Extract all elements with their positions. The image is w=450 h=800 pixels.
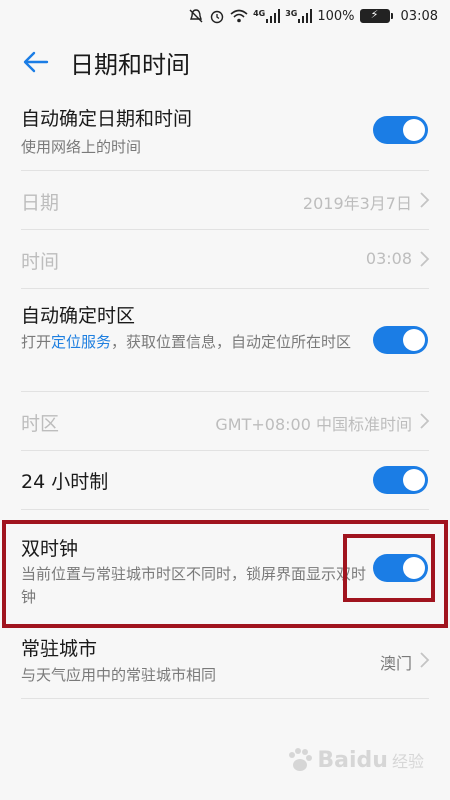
battery-charging-icon: ⚡ xyxy=(359,8,393,23)
auto-timezone-toggle[interactable] xyxy=(373,326,428,354)
status-time: 03:08 xyxy=(400,8,438,24)
hour24-label: 24 小时制 xyxy=(21,471,109,493)
setting-date[interactable]: 日期 2019年3月7日 xyxy=(0,171,450,229)
home-city-value: 澳门 xyxy=(379,654,412,673)
alarm-icon xyxy=(209,8,225,24)
subtitle-suffix: ，获取位置信息，自动定位所在时区 xyxy=(111,333,352,351)
watermark-brand: Baidu xyxy=(317,747,388,773)
chevron-right-icon xyxy=(420,251,430,267)
setting-auto-datetime[interactable]: 自动确定日期和时间 使用网络上的时间 xyxy=(0,98,450,170)
time-label: 时间 xyxy=(21,251,60,273)
setting-24-hour[interactable]: 24 小时制 xyxy=(0,451,450,509)
timezone-value: GMT+08:00 中国标准时间 xyxy=(215,415,412,434)
battery-percent: 100% xyxy=(317,8,355,24)
hour24-toggle[interactable] xyxy=(373,466,428,494)
chevron-right-icon xyxy=(420,192,430,208)
time-value: 03:08 xyxy=(365,249,412,268)
status-bar: 4G 3G 100% ⚡ 03:08 xyxy=(0,0,450,32)
toggle-knob xyxy=(403,469,425,491)
signal-icon: 3G xyxy=(285,9,313,23)
auto-datetime-toggle[interactable] xyxy=(373,116,428,144)
chevron-right-icon xyxy=(420,652,430,668)
timezone-label: 时区 xyxy=(21,413,60,435)
chevron-right-icon xyxy=(420,413,430,429)
watermark-sub: 经验 xyxy=(391,752,424,771)
date-value: 2019年3月7日 xyxy=(302,194,412,213)
annotation-highlight-toggle xyxy=(343,534,435,602)
network-badge-3g: 3G xyxy=(285,9,298,18)
divider xyxy=(21,698,429,699)
network-badge-4g: 4G xyxy=(253,9,266,18)
auto-timezone-label: 自动确定时区 xyxy=(21,305,136,327)
setting-auto-timezone[interactable]: 自动确定时区 打开定位服务，获取位置信息，自动定位所在时区 xyxy=(0,289,450,391)
location-service-link[interactable]: 定位服务 xyxy=(51,333,111,351)
page-title: 日期和时间 xyxy=(70,50,190,79)
toggle-knob xyxy=(403,329,425,351)
setting-home-city[interactable]: 常驻城市 与天气应用中的常驻城市相同 澳门 xyxy=(0,628,450,698)
signal-icon: 4G xyxy=(253,9,281,23)
paw-logo-icon xyxy=(289,748,313,771)
app-header: 日期和时间 xyxy=(0,32,450,92)
baidu-watermark: Baidu 经验 xyxy=(285,746,424,774)
setting-time[interactable]: 时间 03:08 xyxy=(0,230,450,288)
setting-timezone[interactable]: 时区 GMT+08:00 中国标准时间 xyxy=(0,392,450,450)
auto-timezone-subtitle: 打开定位服务，获取位置信息，自动定位所在时区 xyxy=(21,331,371,354)
home-city-label: 常驻城市 xyxy=(21,638,98,660)
back-arrow-icon xyxy=(23,51,49,73)
wifi-icon xyxy=(230,9,248,23)
date-label: 日期 xyxy=(21,192,60,214)
toggle-knob xyxy=(403,119,425,141)
auto-datetime-subtitle: 使用网络上的时间 xyxy=(21,138,142,156)
home-city-subtitle: 与天气应用中的常驻城市相同 xyxy=(21,666,217,684)
back-button[interactable] xyxy=(8,32,64,92)
auto-datetime-label: 自动确定日期和时间 xyxy=(21,108,193,130)
subtitle-prefix: 打开 xyxy=(21,333,52,351)
divider xyxy=(21,509,429,510)
mute-icon xyxy=(188,8,204,24)
